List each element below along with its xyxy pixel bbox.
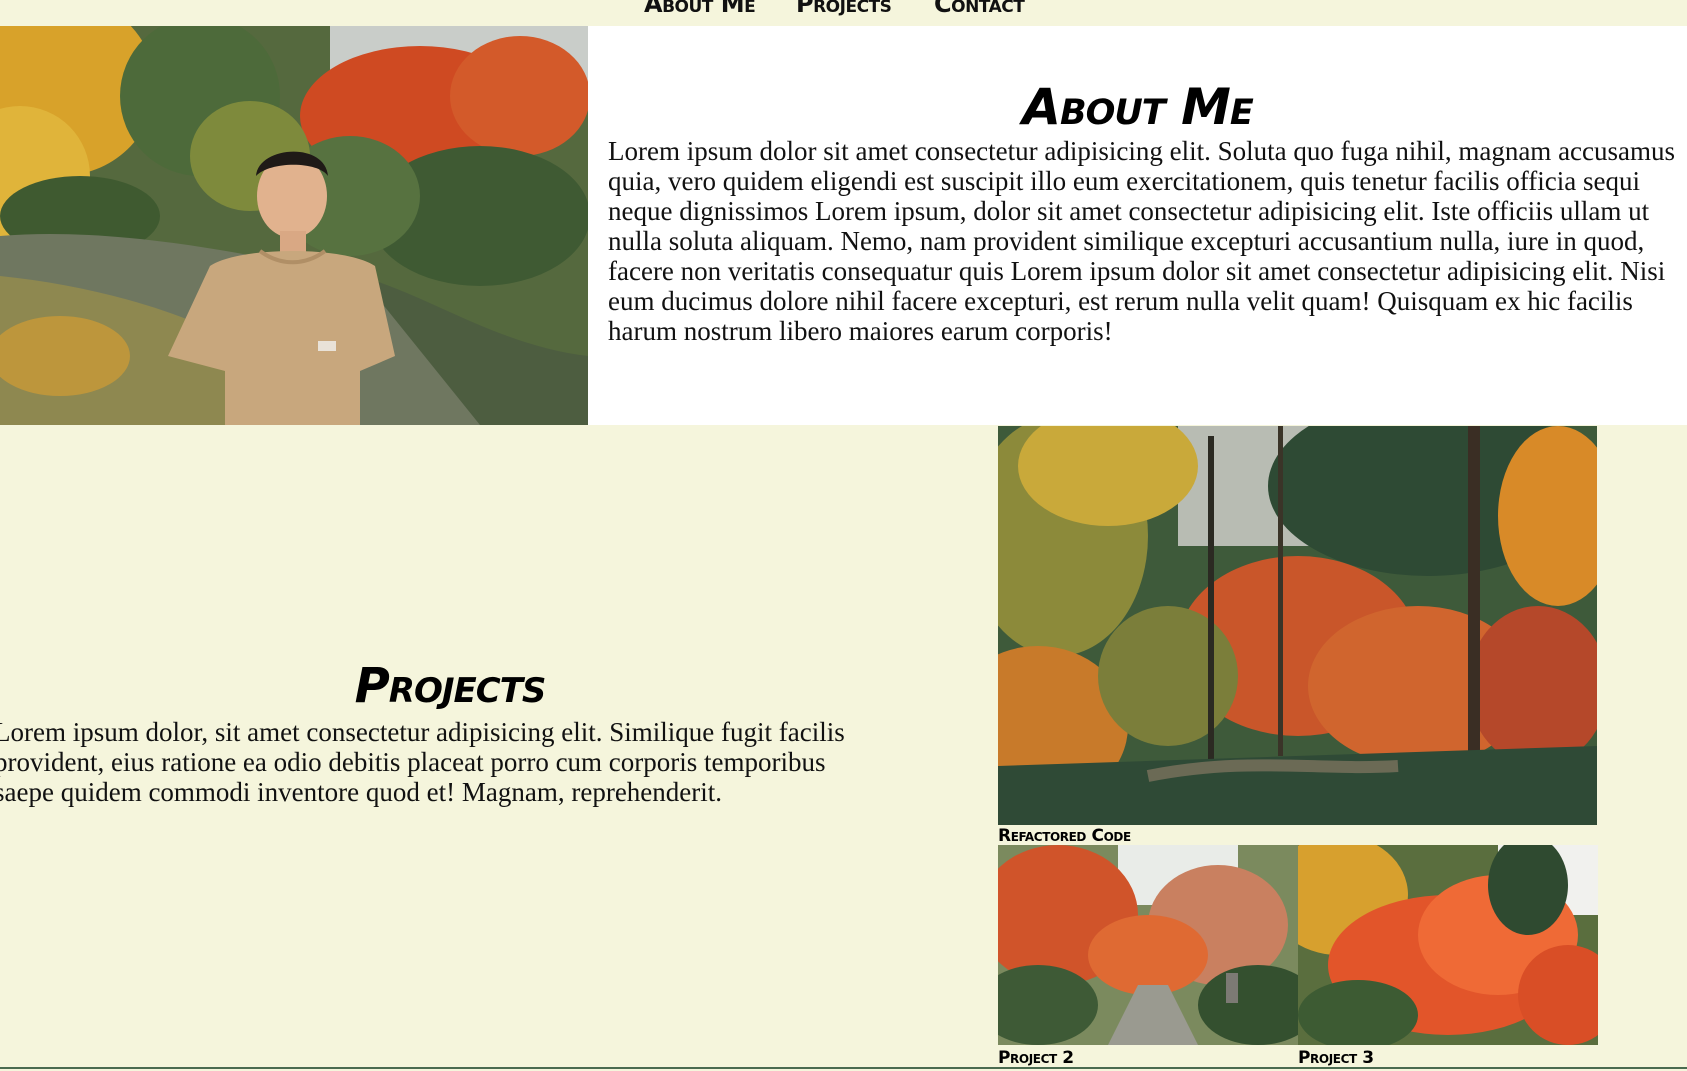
- about-portrait-photo: [0, 26, 588, 425]
- project-card-3-image[interactable]: [1298, 845, 1598, 1045]
- nav-link-about-me[interactable]: About Me: [644, 0, 756, 18]
- project-caption-refactored-code[interactable]: Refactored Code: [998, 828, 1131, 845]
- nav-link-contact[interactable]: Contact: [934, 0, 1025, 18]
- project-caption-3[interactable]: Project 3: [1298, 1050, 1374, 1067]
- about-paragraph: Lorem ipsum dolor sit amet consectetur a…: [608, 136, 1676, 346]
- about-section: About Me Lorem ipsum dolor sit amet cons…: [588, 26, 1687, 425]
- top-nav: About Me Projects Contact: [0, 0, 1687, 26]
- bottom-divider: [0, 1067, 1687, 1069]
- project-card-refactored-code-image[interactable]: [998, 426, 1597, 825]
- nav-link-projects[interactable]: Projects: [796, 0, 892, 18]
- about-title: About Me: [1022, 78, 1254, 136]
- projects-paragraph: Lorem ipsum dolor, sit amet consectetur …: [0, 717, 845, 807]
- portfolio-page: About Me Projects Contact About Me Lorem…: [0, 0, 1687, 1071]
- project-caption-2[interactable]: Project 2: [998, 1050, 1074, 1067]
- project-card-2-image[interactable]: [998, 845, 1298, 1045]
- projects-title: Projects: [354, 658, 547, 714]
